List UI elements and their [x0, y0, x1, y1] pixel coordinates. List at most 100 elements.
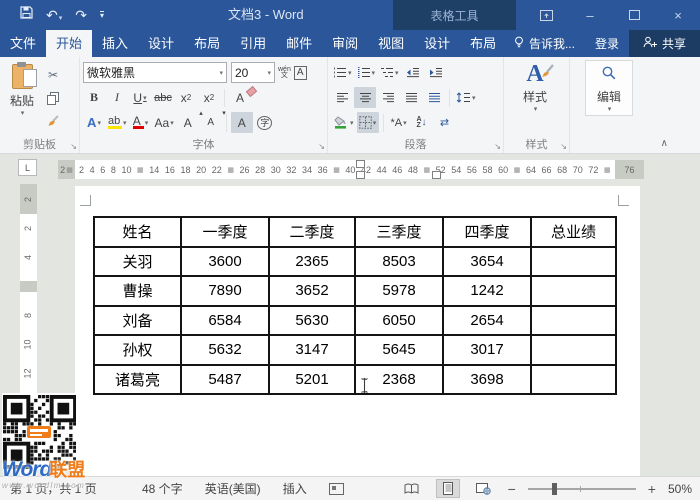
styles-dialog-launcher-icon[interactable]: ↘	[560, 142, 567, 151]
font-dialog-launcher-icon[interactable]: ↘	[318, 142, 325, 151]
cell-r2-c1[interactable]: 7890	[180, 275, 270, 307]
line-spacing-button[interactable]: ▾	[454, 87, 478, 108]
enclose-characters-button[interactable]: 字	[254, 112, 276, 133]
cell-r2-c5[interactable]	[530, 275, 617, 307]
distribute-text-button[interactable]	[423, 87, 445, 108]
cell-r4-c1[interactable]: 5632	[180, 334, 270, 366]
sales-table[interactable]: 姓名 一季度 二季度 三季度 四季度 总业绩 关羽 3600 2365 8503 3654 曹操 789…	[93, 216, 617, 395]
cell-r1-c4[interactable]: 3654	[442, 245, 532, 277]
justify-button[interactable]	[400, 87, 422, 108]
editing-button[interactable]: 编辑 ▾	[585, 60, 633, 116]
cell-r4-c5[interactable]	[530, 334, 617, 366]
tab-6[interactable]: 邮件	[276, 30, 322, 57]
first-line-indent-marker[interactable]	[356, 160, 365, 168]
cell-r2-c3[interactable]: 5978	[354, 275, 444, 307]
copy-icon[interactable]	[41, 88, 65, 108]
cell-r2-c2[interactable]: 3652	[268, 275, 356, 307]
font-size-combo[interactable]: 20 ▾	[231, 62, 275, 83]
cell-r1-c2[interactable]: 2365	[268, 245, 356, 277]
shading-bucket-icon[interactable]: ▾	[331, 112, 356, 133]
tab-2[interactable]: 插入	[92, 30, 138, 57]
multilevel-list-button[interactable]: ▾	[378, 62, 401, 83]
hanging-indent-marker[interactable]	[356, 171, 365, 179]
cut-icon[interactable]: ✂	[41, 65, 65, 85]
language-indicator[interactable]: 英语(美国)	[205, 480, 261, 497]
web-layout-icon[interactable]	[472, 479, 496, 498]
cell-r3-c0[interactable]: 刘备	[93, 304, 182, 336]
zoom-out-icon[interactable]: −	[508, 481, 516, 497]
text-effects-icon[interactable]: A ▾	[83, 112, 105, 133]
cell-r1-c3[interactable]: 8503	[354, 245, 444, 277]
cell-r4-c3[interactable]: 5645	[354, 334, 444, 366]
tab-4[interactable]: 布局	[184, 30, 230, 57]
format-painter-icon[interactable]	[41, 111, 65, 131]
save-icon[interactable]	[20, 6, 33, 24]
minimize-icon[interactable]: –	[568, 0, 612, 30]
superscript-button[interactable]: x2	[198, 87, 220, 108]
tab-9[interactable]: 设计	[414, 30, 460, 57]
bullets-button[interactable]: ▾	[331, 62, 354, 83]
maximize-icon[interactable]	[612, 0, 656, 30]
character-border-icon[interactable]: A	[293, 65, 307, 80]
cell-r5-c1[interactable]: 5487	[180, 363, 270, 395]
cell-r5-c5[interactable]	[530, 363, 617, 395]
subscript-button[interactable]: x2	[175, 87, 197, 108]
numbering-button[interactable]: ▾	[355, 62, 378, 83]
asian-layout-button[interactable]: *A ▾	[388, 112, 410, 133]
grow-font-button[interactable]: A ▴	[177, 110, 203, 133]
read-mode-icon[interactable]	[400, 479, 424, 498]
zoom-in-icon[interactable]: +	[648, 481, 656, 497]
cell-r5-c4[interactable]: 3698	[442, 363, 532, 395]
header-cell-0[interactable]: 姓名	[93, 216, 182, 248]
word-count[interactable]: 48 个字	[142, 480, 183, 497]
cell-r3-c4[interactable]: 2654	[442, 304, 532, 336]
change-case-button[interactable]: Aa ▾	[153, 112, 176, 133]
tab-stop-selector[interactable]: L	[18, 159, 37, 176]
decrease-indent-icon[interactable]	[402, 62, 424, 83]
cell-r5-c0[interactable]: 诸葛亮	[93, 363, 182, 395]
highlight-color-icon[interactable]: ab ▾	[106, 112, 129, 133]
close-icon[interactable]: ×	[656, 0, 700, 30]
font-color-icon[interactable]: A ▾	[130, 112, 152, 133]
underline-button[interactable]: U ▾	[129, 87, 151, 108]
share-button[interactable]: 共享	[628, 30, 700, 57]
cell-r3-c5[interactable]	[530, 304, 617, 336]
align-left-button[interactable]	[331, 87, 353, 108]
zoom-level[interactable]: 50%	[668, 482, 692, 496]
align-center-button[interactable]	[354, 87, 376, 108]
header-cell-5[interactable]: 总业绩	[530, 216, 617, 248]
styles-button[interactable]: A 样式 ▾	[507, 60, 563, 113]
font-name-combo[interactable]: 微软雅黑 ▾	[83, 62, 227, 83]
cell-r3-c3[interactable]: 6050	[354, 304, 444, 336]
paste-button[interactable]: 粘贴 ▾	[3, 60, 41, 137]
italic-button[interactable]: I	[106, 87, 128, 108]
tab-1-active[interactable]: 开始	[46, 30, 93, 57]
redo-button[interactable]: ↷	[75, 0, 87, 30]
cell-r3-c2[interactable]: 5630	[268, 304, 356, 336]
cell-r2-c0[interactable]: 曹操	[93, 275, 182, 307]
cell-r1-c5[interactable]	[530, 245, 617, 277]
clipboard-dialog-launcher-icon[interactable]: ↘	[70, 142, 77, 151]
horizontal-ruler[interactable]: 2 ▦ 2 4 6 8 10 ▦ 14 16 18 20 22 ▦ 26 28 30 32 34 36 ▦ 40 42 44…	[58, 160, 644, 179]
bold-button[interactable]: B	[83, 87, 105, 108]
right-indent-marker[interactable]	[432, 171, 441, 179]
tell-me-button[interactable]: 告诉我...	[504, 35, 585, 52]
cell-r1-c1[interactable]: 3600	[180, 245, 270, 277]
cell-r1-c0[interactable]: 关羽	[93, 245, 182, 277]
undo-button[interactable]: ↶▾	[46, 0, 62, 30]
paragraph-dialog-launcher-icon[interactable]: ↘	[494, 142, 501, 151]
phonetic-guide-icon[interactable]: wén 文	[276, 66, 293, 79]
header-cell-4[interactable]: 四季度	[442, 216, 532, 248]
zoom-slider-thumb[interactable]	[551, 482, 557, 495]
sort-button[interactable]: AZ ↓	[411, 112, 433, 133]
clear-formatting-icon[interactable]: A	[229, 85, 258, 108]
tab-7[interactable]: 审阅	[322, 30, 368, 57]
header-cell-3[interactable]: 三季度	[354, 216, 444, 248]
insert-mode-indicator[interactable]: 插入	[283, 480, 307, 497]
cell-r2-c4[interactable]: 1242	[442, 275, 532, 307]
customize-qat-button[interactable]: ▾	[99, 11, 104, 20]
character-shading-button[interactable]: A	[230, 112, 253, 133]
tab-10[interactable]: 布局	[460, 30, 506, 57]
tab-3[interactable]: 设计	[138, 30, 184, 57]
tab-5[interactable]: 引用	[230, 30, 276, 57]
